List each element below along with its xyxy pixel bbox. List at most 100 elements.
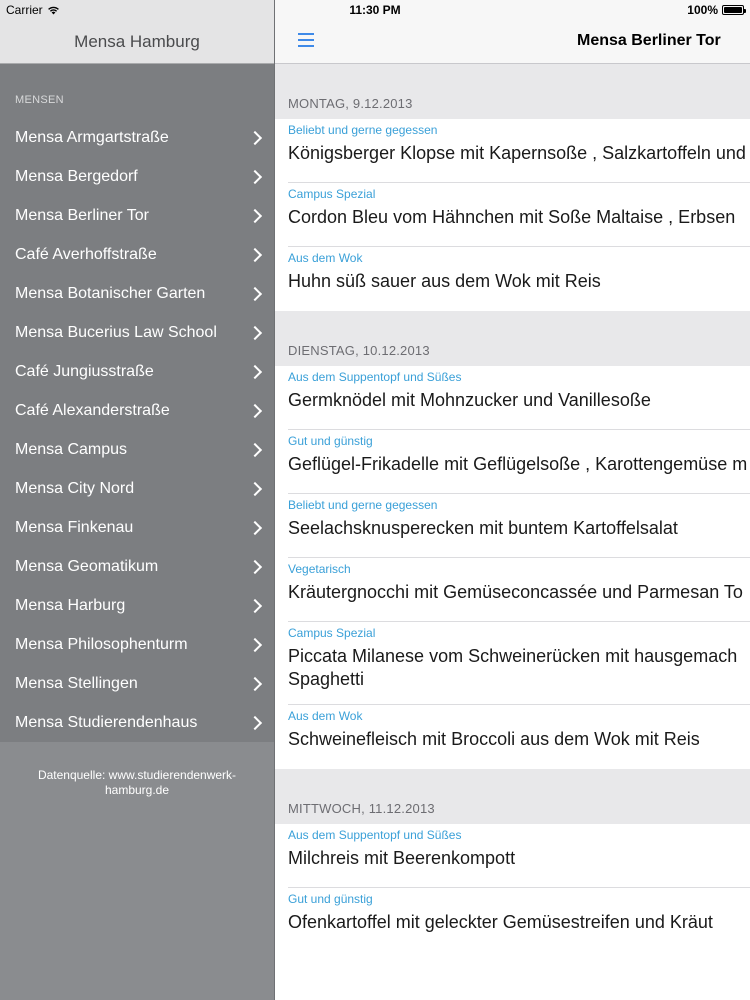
status-bar: Carrier 11:30 PM 100% <box>0 0 750 21</box>
meal-name-line: Kräutergnocchi mit Gemüseconcassée und P… <box>288 582 743 602</box>
sidebar-item-label: Mensa Bergedorf <box>15 167 138 185</box>
panel-divider <box>274 0 275 1000</box>
sidebar-title: Mensa Hamburg <box>74 32 200 51</box>
sidebar-item[interactable]: Mensa Harburg <box>0 586 274 625</box>
meal-name: Huhn süß sauer aus dem Wok mit Reis <box>288 265 750 311</box>
day-label: MITTWOCH, 11.12.2013 <box>288 801 435 816</box>
meal-category: Aus dem Wok <box>288 709 363 723</box>
meal-name: Königsberger Klopse mit Kapernsoße , Sal… <box>288 137 750 183</box>
meal-name: Kräutergnocchi mit Gemüseconcassée und P… <box>288 576 750 622</box>
meal-category: Aus dem Wok <box>288 251 363 265</box>
sidebar-item[interactable]: Café Alexanderstraße <box>0 391 274 430</box>
chevron-right-icon <box>250 247 260 263</box>
battery-icon <box>722 5 746 15</box>
meal-category: Gut und günstig <box>288 892 373 906</box>
data-source-footer: Datenquelle: www.studierendenwerk-hambur… <box>37 768 237 797</box>
sidebar-item[interactable]: Mensa Philosophenturm <box>0 625 274 664</box>
meal-category: Gut und günstig <box>288 434 373 448</box>
sidebar-item-label: Café Jungiusstraße <box>15 362 154 380</box>
meal-row[interactable]: Aus dem Wok Schweinefleisch mit Broccoli … <box>274 705 750 769</box>
meal-category: Campus Spezial <box>288 187 376 201</box>
sidebar-item[interactable]: Mensa Armgartstraße <box>0 118 274 157</box>
meal-name-line: Königsberger Klopse mit Kapernsoße , Sal… <box>288 143 746 163</box>
meal-row[interactable]: Vegetarisch Kräutergnocchi mit Gemüseconc… <box>274 558 750 622</box>
sidebar-item[interactable]: Mensa Campus <box>0 430 274 469</box>
sidebar-item-label: Mensa Stellingen <box>15 674 138 692</box>
chevron-right-icon <box>250 286 260 302</box>
main-content: Mensa Berliner Tor MONTAG, 9.12.2013 Beli… <box>274 0 750 1000</box>
meal-category: Vegetarisch <box>288 562 351 576</box>
chevron-right-icon <box>250 637 260 653</box>
sidebar-item-label: Mensa Berliner Tor <box>15 206 149 224</box>
chevron-right-icon <box>250 403 260 419</box>
sidebar-item-label: Mensa Finkenau <box>15 518 134 536</box>
meal-name-line: Huhn süß sauer aus dem Wok mit Reis <box>288 271 601 291</box>
meal-category: Aus dem Suppentopf und Süßes <box>288 370 462 384</box>
sidebar-item[interactable]: Mensa Botanischer Garten <box>0 274 274 313</box>
chevron-right-icon <box>250 559 260 575</box>
status-time: 11:30 PM <box>349 3 401 17</box>
sidebar-item[interactable]: Mensa Bergedorf <box>0 157 274 196</box>
chevron-right-icon <box>250 598 260 614</box>
meal-row[interactable]: Campus Spezial Cordon Bleu vom Hähnchen m… <box>274 183 750 247</box>
meal-name: Schweinefleisch mit Broccoli aus dem Wok… <box>288 723 750 769</box>
meal-name: Ofenkartoffel mit geleckter Gemüsestreif… <box>288 906 750 952</box>
sidebar-item[interactable]: Mensa Finkenau <box>0 508 274 547</box>
chevron-right-icon <box>250 520 260 536</box>
day-label: DIENSTAG, 10.12.2013 <box>288 343 430 358</box>
meal-row[interactable]: Aus dem Wok Huhn süß sauer aus dem Wok mi… <box>274 247 750 311</box>
day-label: MONTAG, 9.12.2013 <box>288 96 413 111</box>
sidebar-item-label: Café Averhoffstraße <box>15 245 157 263</box>
meal-category: Campus Spezial <box>288 626 376 640</box>
sidebar-item[interactable]: Café Jungiusstraße <box>0 352 274 391</box>
meal-row[interactable]: Beliebt und gerne gegessen Königsberger K… <box>274 119 750 183</box>
sidebar-item-label: Mensa Philosophenturm <box>15 635 188 653</box>
chevron-right-icon <box>250 442 260 458</box>
meal-name-line: Spaghetti <box>288 669 365 689</box>
sidebar-item[interactable]: Café Averhoffstraße <box>0 235 274 274</box>
sidebar-item[interactable]: Mensa Studierendenhaus <box>0 703 274 742</box>
meal-name-line: Schweinefleisch mit Broccoli aus dem Wok… <box>288 729 700 749</box>
meal-row[interactable]: Beliebt und gerne gegessen Seelachsknuspe… <box>274 494 750 558</box>
meal-row[interactable]: Campus Spezial Piccata Milanese vom Schwe… <box>274 622 750 705</box>
sidebar-item-label: Mensa City Nord <box>15 479 135 497</box>
day-section-header: MONTAG, 9.12.2013 <box>274 64 750 119</box>
sidebar-item-label: Mensa Geomatikum <box>15 557 159 575</box>
chevron-right-icon <box>250 715 260 731</box>
meal-row[interactable]: Aus dem Suppentopf und Süßes Milchreis mi… <box>274 824 750 888</box>
page-title: Mensa Berliner Tor <box>577 32 721 49</box>
sidebar-item-label: Mensa Studierendenhaus <box>15 713 198 731</box>
status-right: 100% <box>687 3 746 17</box>
sidebar-item[interactable]: Mensa City Nord <box>0 469 274 508</box>
sidebar-item[interactable]: Mensa Bucerius Law School <box>0 313 274 352</box>
meal-name-line: Geflügel-Frikadelle mit Geflügelsoße , K… <box>288 454 748 474</box>
sidebar-item[interactable]: Mensa Berliner Tor <box>0 196 274 235</box>
chevron-right-icon <box>250 130 260 146</box>
sidebar-item[interactable]: Mensa Stellingen <box>0 664 274 703</box>
chevron-right-icon <box>250 364 260 380</box>
sidebar-item-label: Mensa Botanischer Garten <box>15 284 206 302</box>
meal-name-line: Piccata Milanese vom Schweinerücken mit … <box>288 646 738 666</box>
section-header-mensen: MENSEN <box>0 64 274 118</box>
battery-percentage: 100% <box>687 3 718 17</box>
meal-name-line: Seelachsknusperecken mit buntem Kartoffe… <box>288 518 678 538</box>
sidebar-item-label: Mensa Armgartstraße <box>15 128 169 146</box>
meal-name-line: Milchreis mit Beerenkompott <box>288 848 516 868</box>
menu-icon[interactable] <box>298 33 314 47</box>
meal-row[interactable]: Gut und günstig Geflügel-Frikadelle mit G… <box>274 430 750 494</box>
chevron-right-icon <box>250 208 260 224</box>
sidebar-item[interactable]: Mensa Geomatikum <box>0 547 274 586</box>
chevron-right-icon <box>250 481 260 497</box>
chevron-right-icon <box>250 676 260 692</box>
meal-row[interactable]: Aus dem Suppentopf und Süßes Germknödel m… <box>274 366 750 430</box>
meal-category: Aus dem Suppentopf und Süßes <box>288 828 462 842</box>
sidebar-item-label: Mensa Harburg <box>15 596 126 614</box>
meal-name: Piccata Milanese vom Schweinerücken mit … <box>288 640 750 705</box>
meal-name: Cordon Bleu vom Hähnchen mit Soße Maltai… <box>288 201 750 247</box>
meal-category: Beliebt und gerne gegessen <box>288 498 438 512</box>
meal-category: Beliebt und gerne gegessen <box>288 123 438 137</box>
day-section-header: MITTWOCH, 11.12.2013 <box>274 769 750 824</box>
sidebar-list: MENSEN Mensa Armgartstraße Mensa Bergedor… <box>0 64 274 742</box>
meal-row[interactable]: Gut und günstig Ofenkartoffel mit geleckt… <box>274 888 750 952</box>
sidebar-item-label: Mensa Bucerius Law School <box>15 323 217 341</box>
